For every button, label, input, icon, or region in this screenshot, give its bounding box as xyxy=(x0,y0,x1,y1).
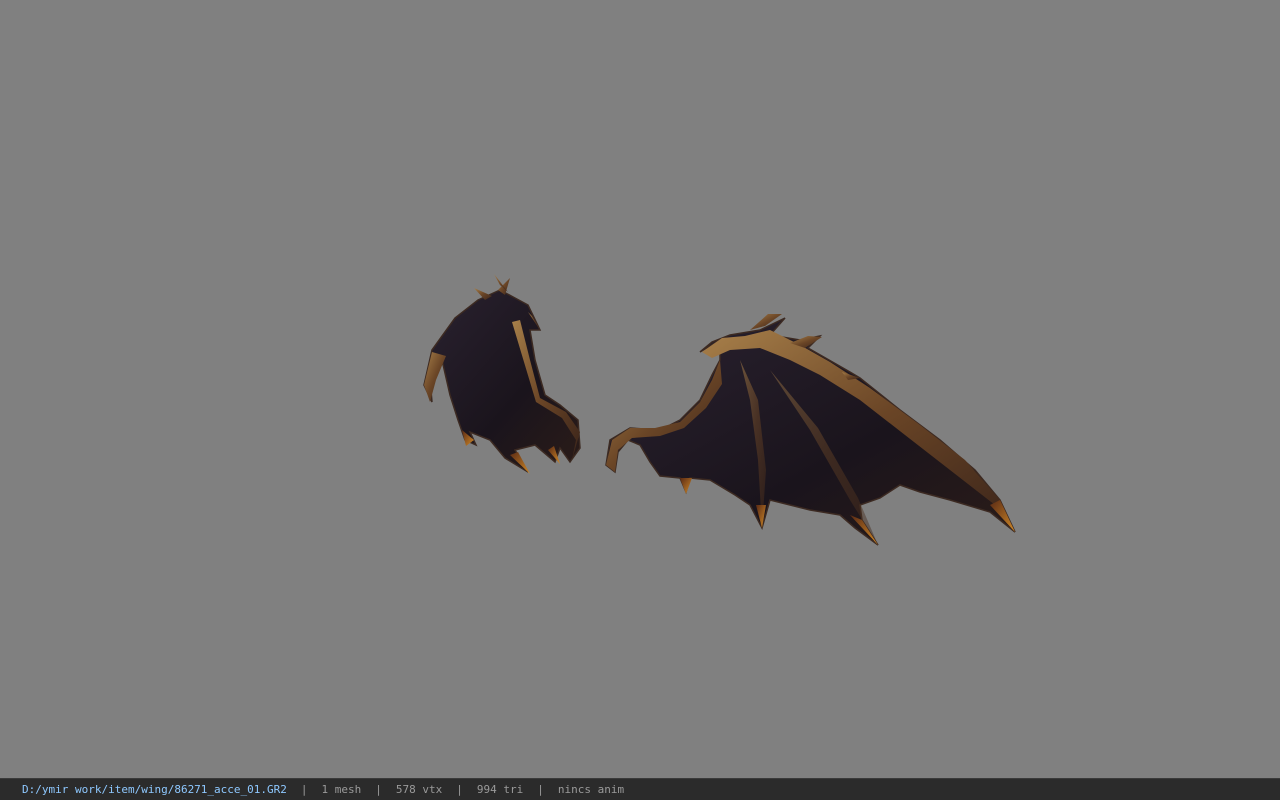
separator: | xyxy=(537,783,544,796)
right-wing xyxy=(605,314,1016,546)
left-wing xyxy=(423,274,581,474)
animation-status: nincs anim xyxy=(557,783,625,796)
3d-viewport[interactable] xyxy=(0,0,1280,778)
file-path: D:/ymir work/item/wing/86271_acce_01.GR2 xyxy=(22,783,287,796)
wing-model-render xyxy=(423,274,1016,546)
vertex-count: 578 vtx xyxy=(395,783,443,796)
separator: | xyxy=(375,783,382,796)
triangle-count: 994 tri xyxy=(476,783,524,796)
mesh-count: 1 mesh xyxy=(321,783,362,796)
separator: | xyxy=(300,783,308,796)
status-bar: D:/ymir work/item/wing/86271_acce_01.GR2… xyxy=(0,778,1280,800)
separator: | xyxy=(456,783,463,796)
